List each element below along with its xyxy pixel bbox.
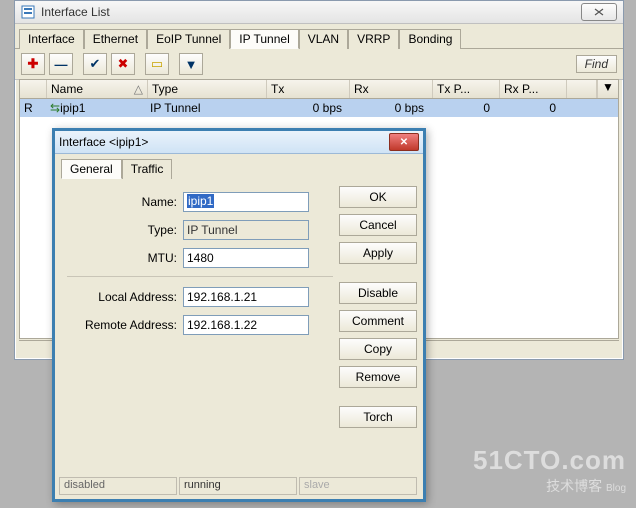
tab-vlan[interactable]: VLAN xyxy=(299,29,348,49)
interface-dialog: Interface <ipip1> ✕ General Traffic Name… xyxy=(52,128,426,502)
remove-button[interactable]: Remove xyxy=(339,366,417,388)
row-rxp: 0 xyxy=(494,99,560,117)
col-name[interactable]: Name △ xyxy=(47,80,148,98)
main-tabs: Interface Ethernet EoIP Tunnel IP Tunnel… xyxy=(15,24,623,49)
row-flag: R xyxy=(20,99,46,117)
col-tx[interactable]: Tx xyxy=(267,80,350,98)
dialog-close-button[interactable]: ✕ xyxy=(389,133,419,151)
plus-icon: ✚ xyxy=(28,56,39,72)
row-tx: 0 bps xyxy=(264,99,346,117)
apply-button[interactable]: Apply xyxy=(339,242,417,264)
row-type: Type: xyxy=(67,220,333,240)
label-remote: Remote Address: xyxy=(67,318,183,332)
ok-button[interactable]: OK xyxy=(339,186,417,208)
sort-icon: △ xyxy=(134,82,143,96)
grid-header: Name △ Type Tx Rx Tx P... Rx P... ▼ xyxy=(20,80,618,99)
link-icon: ⇆ xyxy=(50,101,60,115)
status-disabled: disabled xyxy=(59,477,177,495)
row-rx: 0 bps xyxy=(346,99,428,117)
watermark: 51CTO.com 技术博客 Blog xyxy=(473,445,626,496)
local-address-field[interactable] xyxy=(183,287,309,307)
note-icon: ▭ xyxy=(151,56,163,72)
name-field[interactable]: ipip1 xyxy=(183,192,309,212)
row-name: Name: ipip1 xyxy=(67,192,333,212)
column-chooser[interactable]: ▼ xyxy=(597,80,618,98)
row-name: ⇆ipip1 xyxy=(46,99,146,117)
main-title: Interface List xyxy=(41,5,581,19)
funnel-icon: ▼ xyxy=(185,57,198,72)
dialog-title: Interface <ipip1> xyxy=(59,135,389,149)
col-flag[interactable] xyxy=(20,80,47,98)
mtu-field[interactable] xyxy=(183,248,309,268)
check-icon: ✔ xyxy=(90,56,101,72)
col-rxp[interactable]: Rx P... xyxy=(500,80,567,98)
dialog-body: Name: ipip1 Type: MTU: Local Address: Re… xyxy=(55,178,423,508)
cancel-button[interactable]: Cancel xyxy=(339,214,417,236)
tab-vrrp[interactable]: VRRP xyxy=(348,29,399,49)
x-icon: ✖ xyxy=(118,56,129,72)
dialog-titlebar: Interface <ipip1> ✕ xyxy=(55,131,423,154)
row-mtu: MTU: xyxy=(67,248,333,268)
disable-button[interactable]: ✖ xyxy=(111,53,135,75)
tab-eoip-tunnel[interactable]: EoIP Tunnel xyxy=(147,29,230,49)
add-button[interactable]: ✚ xyxy=(21,53,45,75)
main-titlebar: Interface List xyxy=(15,1,623,24)
minus-icon: — xyxy=(55,57,68,72)
find-button[interactable]: Find xyxy=(576,55,617,73)
comment-button[interactable]: Comment xyxy=(339,310,417,332)
dialog-form: Name: ipip1 Type: MTU: Local Address: Re… xyxy=(61,184,339,502)
main-toolbar: ✚ — ✔ ✖ ▭ ▼ Find xyxy=(15,49,623,80)
status-slave: slave xyxy=(299,477,417,495)
row-type: IP Tunnel xyxy=(146,99,264,117)
copy-button[interactable]: Copy xyxy=(339,338,417,360)
label-name: Name: xyxy=(67,195,183,209)
tab-general[interactable]: General xyxy=(61,159,122,179)
dialog-status: disabled running slave xyxy=(59,477,419,495)
label-mtu: MTU: xyxy=(67,251,183,265)
tab-traffic[interactable]: Traffic xyxy=(122,159,173,179)
status-running: running xyxy=(179,477,297,495)
disable-button[interactable]: Disable xyxy=(339,282,417,304)
comment-button[interactable]: ▭ xyxy=(145,53,169,75)
row-txp: 0 xyxy=(428,99,494,117)
col-rx[interactable]: Rx xyxy=(350,80,433,98)
col-type[interactable]: Type xyxy=(148,80,267,98)
close-icon: ✕ xyxy=(400,137,408,148)
remote-address-field[interactable] xyxy=(183,315,309,335)
app-icon xyxy=(21,5,35,19)
tab-interface[interactable]: Interface xyxy=(19,29,84,49)
dialog-buttons: OK Cancel Apply Disable Comment Copy Rem… xyxy=(339,184,417,502)
col-txp[interactable]: Tx P... xyxy=(433,80,500,98)
type-field xyxy=(183,220,309,240)
row-remote: Remote Address: xyxy=(67,315,333,335)
filter-button[interactable]: ▼ xyxy=(179,53,203,75)
dialog-tabs: General Traffic xyxy=(55,154,423,178)
label-local: Local Address: xyxy=(67,290,183,304)
tab-ip-tunnel[interactable]: IP Tunnel xyxy=(230,29,298,49)
enable-button[interactable]: ✔ xyxy=(83,53,107,75)
label-type: Type: xyxy=(67,223,183,237)
tab-bonding[interactable]: Bonding xyxy=(399,29,461,49)
torch-button[interactable]: Torch xyxy=(339,406,417,428)
col-spacer xyxy=(567,80,597,98)
separator xyxy=(67,276,333,277)
main-close-button[interactable] xyxy=(581,3,617,21)
table-row[interactable]: R ⇆ipip1 IP Tunnel 0 bps 0 bps 0 0 xyxy=(20,99,618,117)
remove-button[interactable]: — xyxy=(49,53,73,75)
row-local: Local Address: xyxy=(67,287,333,307)
tab-ethernet[interactable]: Ethernet xyxy=(84,29,147,49)
